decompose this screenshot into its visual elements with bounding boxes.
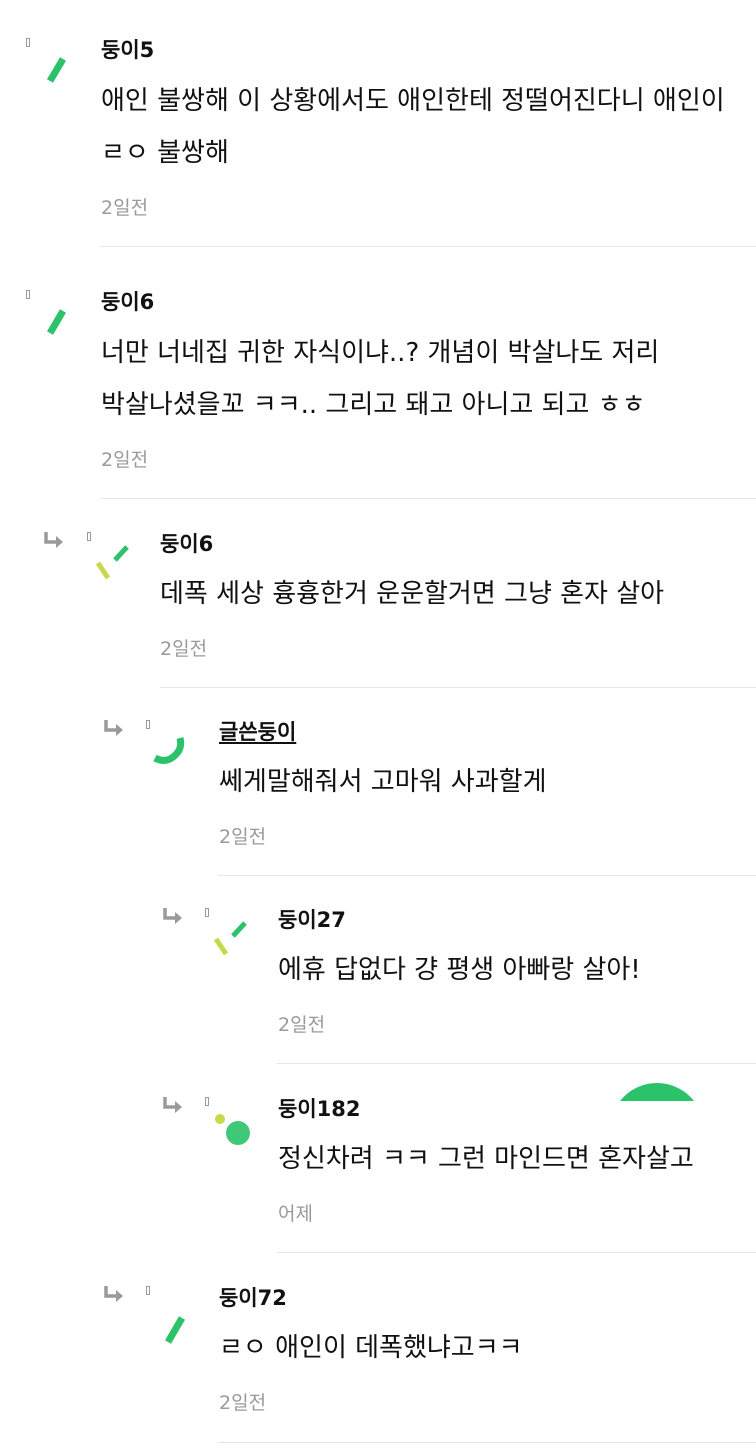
comment-divider	[100, 498, 756, 499]
green-slash-icon[interactable]	[150, 1296, 210, 1356]
reply-arrow-icon	[104, 1286, 123, 1302]
reply-item: 둥이72 ㄹㅇ 애인이 데폭했냐고ㅋㅋ 2일전	[0, 1258, 756, 1446]
comment-divider	[277, 1063, 756, 1064]
comment-item: 둥이6 너만 너네집 귀한 자식이냐..? 개념이 박살나도 저리 박살나셨을꼬…	[0, 252, 756, 502]
avatar-badge-icon	[87, 532, 91, 541]
reply-arrow-icon	[44, 532, 63, 548]
comment-body: 데폭 세상 흉흉한거 운운할거면 그냥 혼자 살아	[160, 579, 665, 609]
reply-item: 둥이182 정신차려 ㅋㅋ 그런 마인드면 혼자살고 어제	[0, 1069, 756, 1255]
green-arc-icon[interactable]	[150, 730, 210, 790]
comment-author[interactable]: 둥이6	[101, 288, 154, 316]
comment-body: 애인 불쌍해 이 상황에서도 애인한테 정떨어진다니 애인이 ㄹㅇ 불쌍해	[101, 86, 725, 168]
comment-timestamp: 2일전	[278, 1014, 326, 1036]
green-slash-icon[interactable]	[30, 40, 90, 100]
reply-item: 둥이27 에휴 답없다 걍 평생 아빠랑 살아! 2일전	[0, 880, 756, 1066]
comment-timestamp: 2일전	[101, 449, 149, 471]
comment-author[interactable]: 둥이5	[101, 36, 154, 64]
comment-divider	[218, 875, 756, 876]
avatar-badge-icon	[146, 720, 150, 729]
green-slash-icon[interactable]	[30, 292, 90, 352]
comment-author[interactable]: 둥이27	[278, 906, 346, 934]
comment-item: 둥이5 애인 불쌍해 이 상황에서도 애인한테 정떨어진다니 애인이 ㄹㅇ 불쌍…	[0, 0, 756, 250]
comment-timestamp: 2일전	[219, 826, 267, 848]
comment-body: ㄹㅇ 애인이 데폭했냐고ㅋㅋ	[219, 1333, 523, 1363]
avatar-badge-icon	[205, 908, 209, 917]
comment-author[interactable]: 둥이6	[160, 530, 213, 558]
comment-divider	[160, 687, 756, 688]
comment-divider	[218, 1442, 756, 1443]
green-dots-icon[interactable]	[208, 1107, 268, 1167]
reply-arrow-icon	[163, 908, 182, 924]
comment-timestamp: 어제	[278, 1203, 313, 1225]
comment-timestamp: 2일전	[160, 638, 208, 660]
comment-author[interactable]: 글쓴둥이	[219, 718, 296, 746]
comment-author[interactable]: 둥이72	[219, 1284, 287, 1312]
reply-arrow-icon	[104, 720, 123, 736]
comment-body: 쎄게말해줘서 고마워 사과할게	[219, 767, 547, 797]
comment-timestamp: 2일전	[219, 1392, 267, 1414]
comment-timestamp: 2일전	[101, 197, 149, 219]
comment-body: 너만 너네집 귀한 자식이냐..? 개념이 박살나도 저리 박살나셨을꼬 ㅋㅋ.…	[101, 338, 660, 420]
comment-divider	[277, 1252, 756, 1253]
comment-body: 정신차려 ㅋㅋ 그런 마인드면 혼자살고	[278, 1144, 694, 1174]
reply-item: 둥이6 데폭 세상 흉흉한거 운운할거면 그냥 혼자 살아 2일전	[0, 504, 756, 690]
comment-divider	[100, 246, 756, 247]
reply-item: 글쓴둥이 쎄게말해줘서 고마워 사과할게 2일전	[0, 692, 756, 878]
confetti-icon[interactable]	[90, 542, 150, 602]
comment-body: 에휴 답없다 걍 평생 아빠랑 살아!	[278, 955, 641, 985]
confetti-icon[interactable]	[208, 918, 268, 978]
avatar-badge-icon	[205, 1097, 209, 1106]
comment-author[interactable]: 둥이182	[278, 1095, 360, 1123]
reply-arrow-icon	[163, 1097, 182, 1113]
avatar-badge-icon	[146, 1286, 150, 1295]
